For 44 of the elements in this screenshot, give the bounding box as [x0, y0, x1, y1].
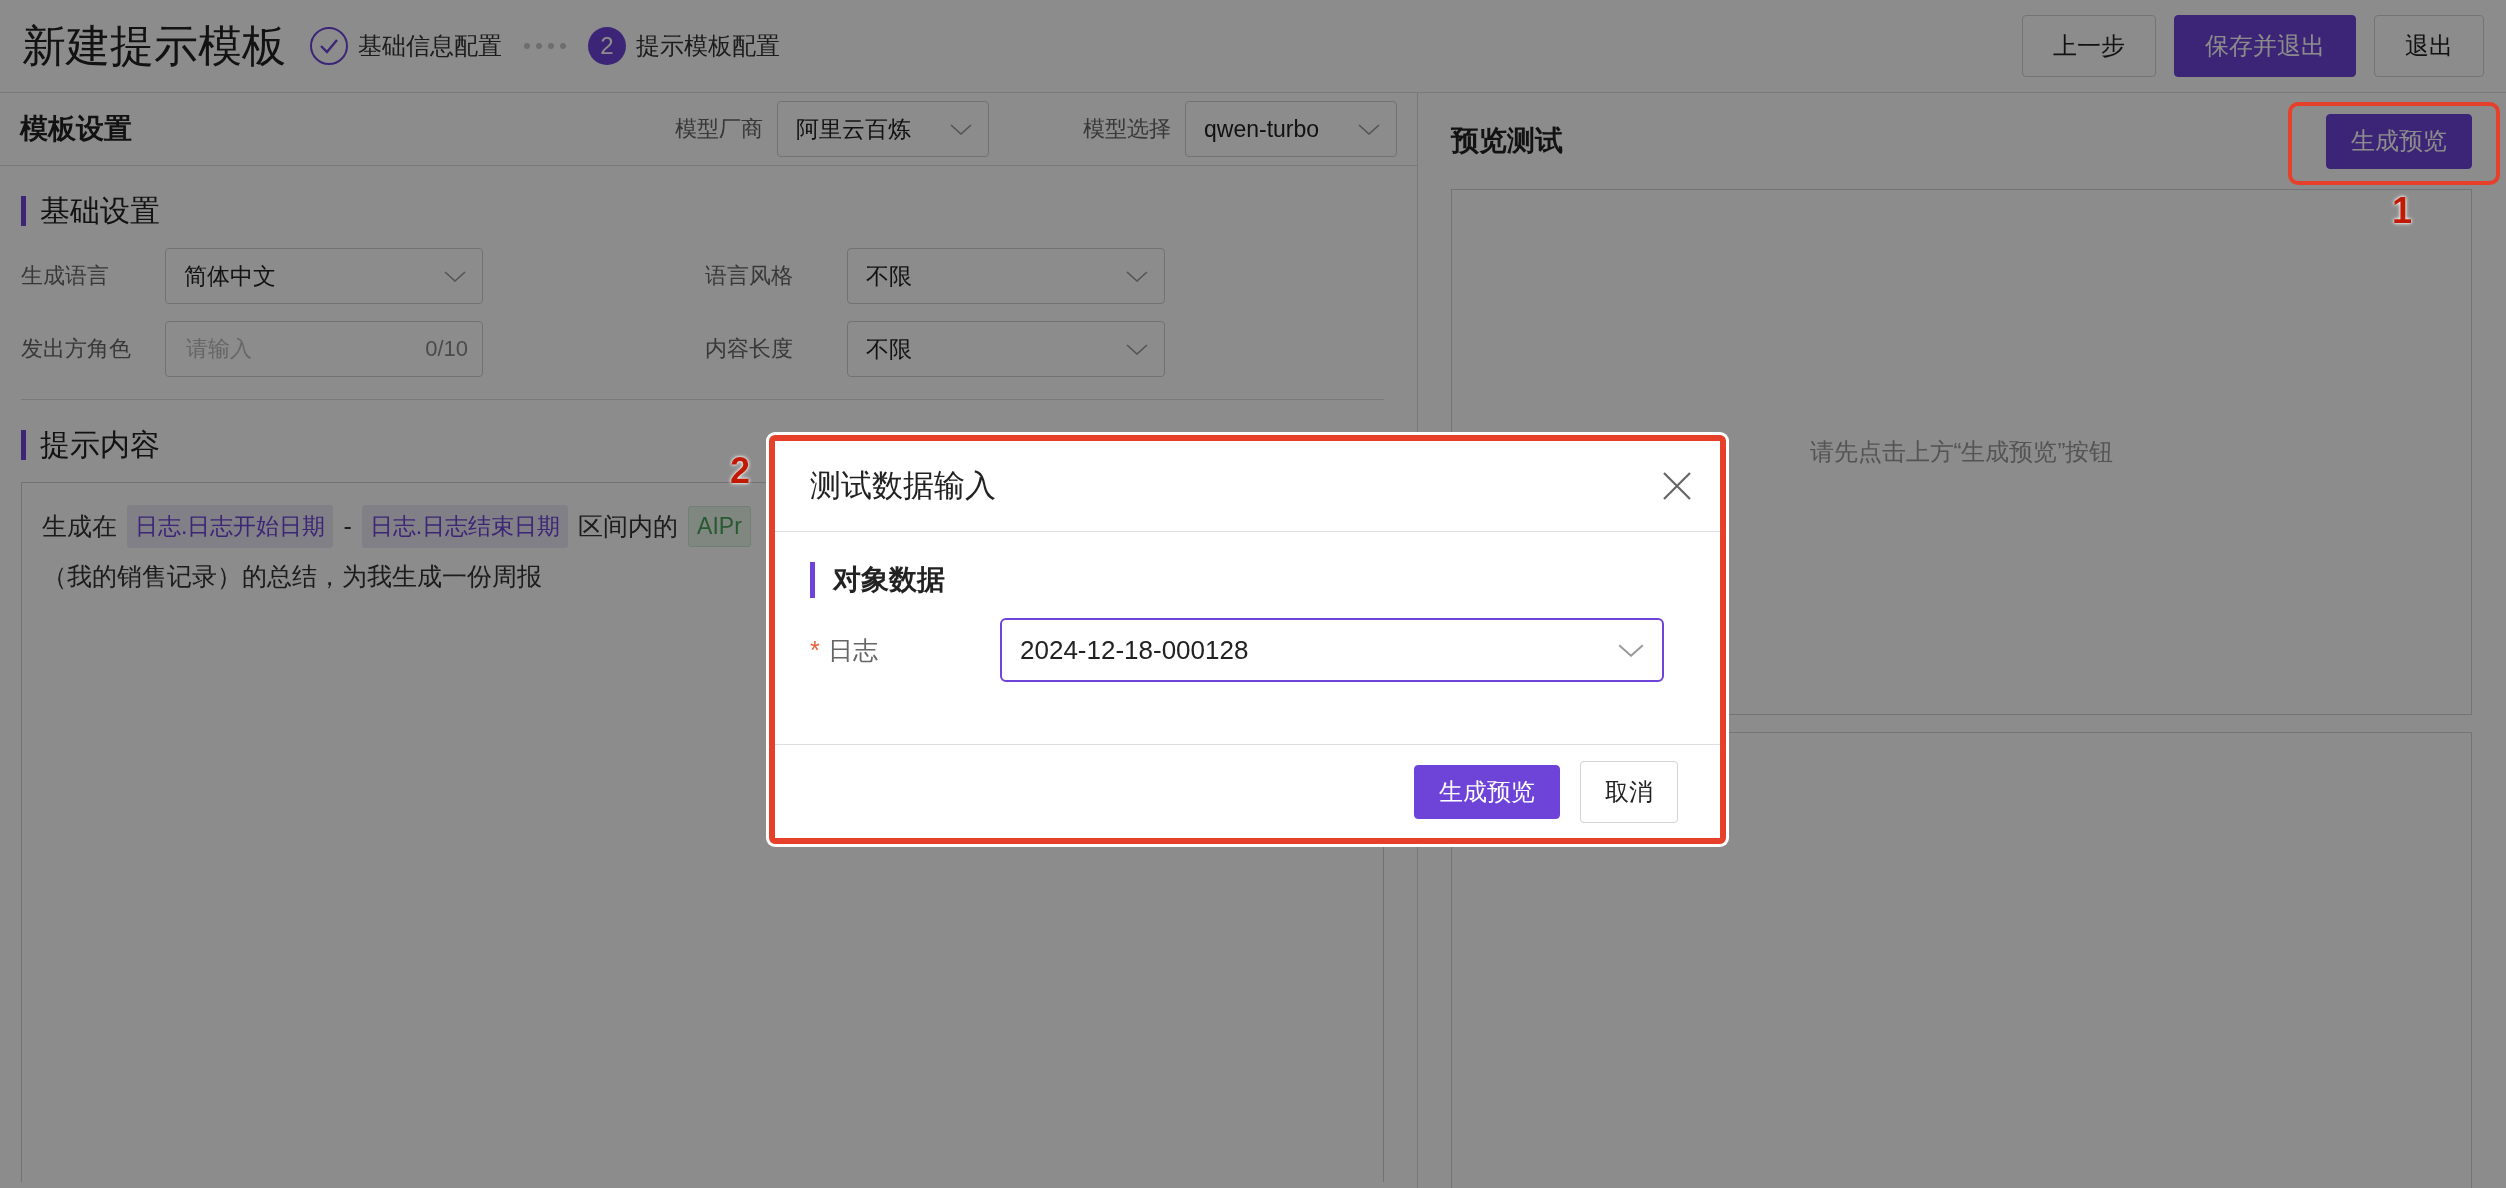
panel-title: 预览测试 [1451, 124, 1563, 158]
primary-button[interactable]: 生成预览 [1414, 764, 1560, 819]
generate-preview-button[interactable]: 生成预览 [2326, 113, 2472, 169]
step-number: 2 [588, 27, 626, 65]
step-label: 提示模板配置 [636, 31, 780, 61]
select-field[interactable]: 不限 [847, 321, 1165, 377]
variable-tag: AIPr [688, 505, 751, 547]
field-label: 内容长度 [705, 335, 794, 363]
field-label: 发出方角色 [21, 335, 132, 363]
secondary-button[interactable]: 上一步 [2022, 15, 2156, 77]
panel-title: 模板设置 [20, 112, 132, 146]
field-label: * 日志 [810, 634, 879, 666]
primary-button[interactable]: 保存并退出 [2174, 15, 2356, 77]
select-field[interactable]: 不限 [847, 248, 1165, 304]
field-label: 语言风格 [705, 262, 794, 290]
chevron-down-icon [1126, 270, 1148, 282]
section-title: 对象数据 [810, 562, 1720, 598]
section-title: 基础设置 [21, 196, 1396, 226]
chevron-down-icon [1358, 123, 1380, 135]
chevron-down-icon [950, 123, 972, 135]
prompt-text: 区间内的 [578, 510, 679, 542]
chevron-down-icon [1618, 643, 1644, 657]
variable-tag: 日志.日志开始日期 [127, 504, 334, 548]
chevron-down-icon [1126, 343, 1148, 355]
character-counter: 0/10 [425, 336, 468, 362]
page-title: 新建提示模板 [22, 19, 286, 72]
secondary-button[interactable]: 退出 [2374, 15, 2484, 77]
chevron-down-icon [444, 270, 466, 282]
step-label: 基础信息配置 [358, 31, 502, 61]
prompt-text: 生成在 [42, 510, 117, 542]
preview-hint: 请先点击上方“生成预览”按钮 [1809, 437, 2114, 467]
field-label: 模型厂商 [675, 115, 763, 143]
select-field[interactable]: 简体中文 [165, 248, 483, 304]
secondary-button[interactable]: 取消 [1580, 760, 1678, 823]
model-select[interactable]: 阿里云百炼 [777, 101, 989, 157]
field-label: 模型选择 [1083, 115, 1171, 143]
variable-tag: 日志.日志结束日期 [361, 504, 569, 548]
field-label: 生成语言 [21, 262, 110, 290]
close-icon[interactable] [1662, 471, 1692, 501]
prompt-text: - [343, 511, 352, 541]
prompt-text: （我的销售记录）的总结，为我生成一份周报 [42, 560, 542, 592]
model-select[interactable]: qwen-turbo [1185, 101, 1397, 157]
log-select[interactable]: 2024-12-18-000128 [1000, 618, 1664, 682]
annotation-number: 1 [2392, 189, 2413, 232]
